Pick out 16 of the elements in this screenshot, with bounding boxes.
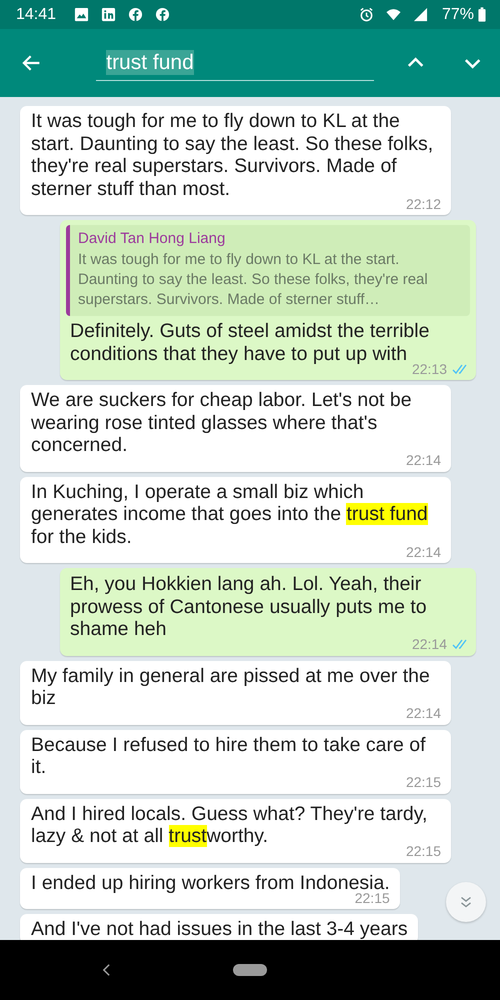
message-text: And I've not had issues in the last 3-4 years — [31, 918, 408, 940]
home-button[interactable] — [233, 964, 267, 976]
image-icon — [74, 7, 90, 22]
facebook-icon — [128, 7, 144, 22]
battery-icon — [478, 7, 486, 22]
message-time: 22:15 — [406, 843, 441, 859]
alarm-icon — [358, 7, 374, 22]
quote-text: It was tough for me to fly down to KL at the start. Daunting to say the least. So these folks, they're real superstars. Survivors. Made of sterner stuff… — [78, 250, 429, 310]
back-icon[interactable] — [102, 963, 111, 977]
wifi-icon — [386, 7, 401, 22]
battery-percent: 77% — [442, 6, 474, 24]
quote-author: David Tan Hong Liang — [78, 230, 226, 247]
facebook-icon — [155, 7, 170, 22]
linkedin-icon — [101, 7, 116, 22]
status-time: 14:41 — [16, 6, 56, 24]
signal-icon — [412, 7, 428, 22]
